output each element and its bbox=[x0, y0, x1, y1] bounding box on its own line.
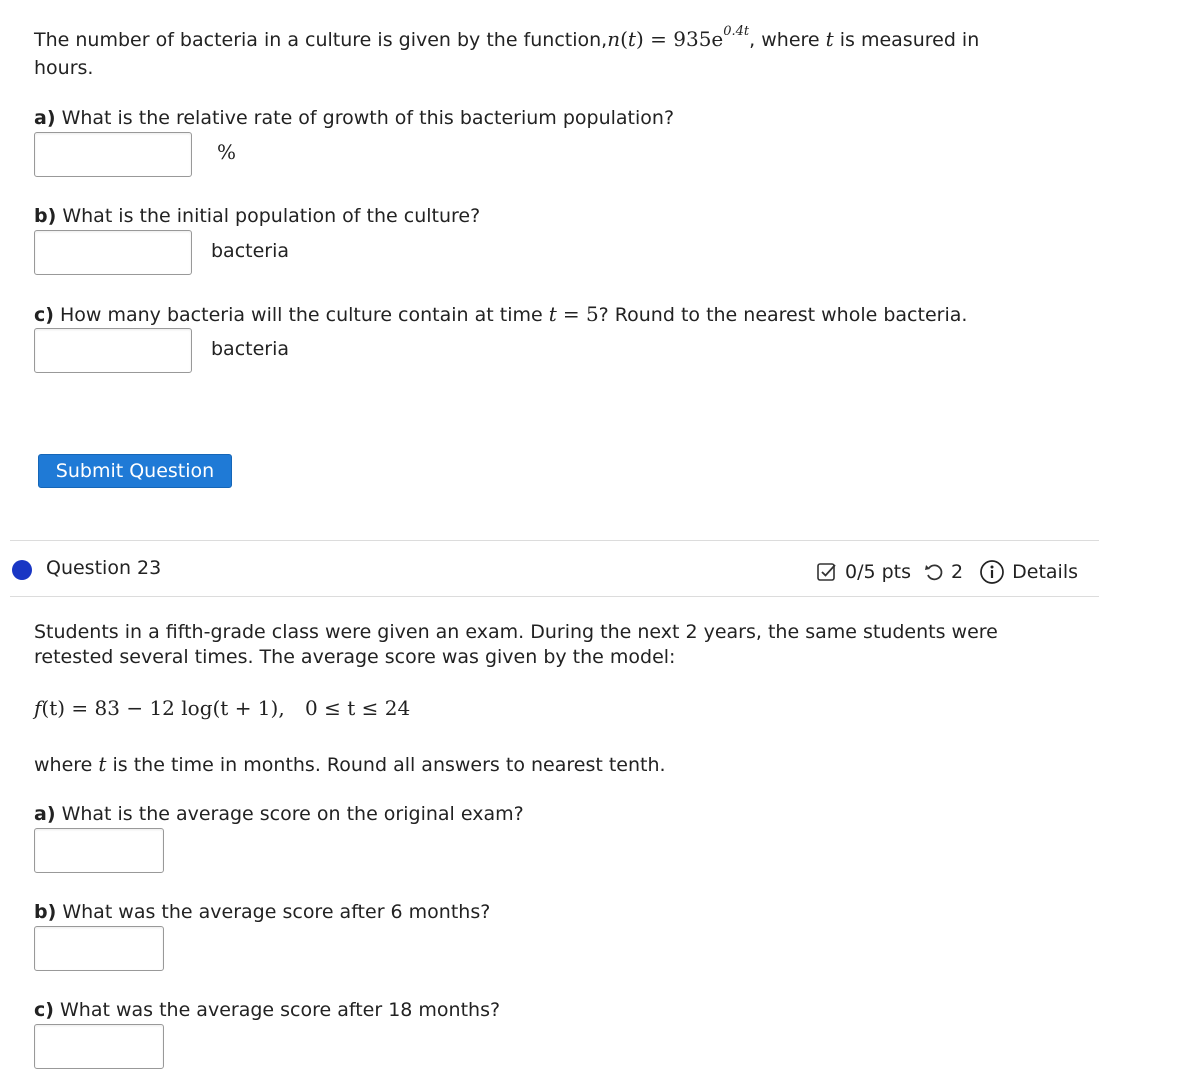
q23-where-line: where t is the time in months. Round all… bbox=[34, 750, 666, 779]
q23-body: Students in a fifth-grade class were giv… bbox=[34, 620, 998, 670]
q23-answer-b-input[interactable] bbox=[34, 926, 164, 971]
question-status-dot bbox=[12, 560, 32, 580]
details-link[interactable]: Details bbox=[1012, 558, 1078, 586]
where-text-2: is the time in months. Round all answers… bbox=[112, 754, 666, 776]
part-text: What is the average score on the origina… bbox=[61, 803, 524, 825]
formula-expression: (t) = 83 − 12 log(t + 1), bbox=[41, 696, 285, 720]
q23-part-b-prompt: b) What was the average score after 6 mo… bbox=[34, 898, 490, 926]
func-rhs: = 935e bbox=[650, 27, 724, 51]
divider bbox=[10, 540, 1099, 541]
points-text: 0/5 pts bbox=[845, 561, 912, 583]
q22-answer-b-unit: bacteria bbox=[211, 240, 290, 262]
part-label: a) bbox=[34, 803, 56, 825]
q23-body-line1: Students in a fifth-grade class were giv… bbox=[34, 621, 998, 643]
q22-intro-line1: The number of bacteria in a culture is g… bbox=[34, 24, 980, 57]
q22-part-b-prompt: b) What is the initial population of the… bbox=[34, 202, 480, 230]
q22-intro-measured: is measured in bbox=[839, 29, 980, 51]
q22-answer-c-unit: bacteria bbox=[211, 338, 290, 360]
q22-intro-line2: hours. bbox=[34, 57, 94, 79]
func-exponent: 0.4t bbox=[723, 24, 750, 39]
q22-answer-b-input[interactable] bbox=[34, 230, 192, 275]
where-var-t: t bbox=[98, 752, 107, 776]
q23-part-a-prompt: a) What is the average score on the orig… bbox=[34, 800, 524, 828]
divider bbox=[10, 596, 1099, 597]
part-text: What was the average score after 6 month… bbox=[62, 901, 491, 923]
retries-count: 2 bbox=[951, 561, 964, 583]
q22-answer-a-unit: % bbox=[217, 140, 237, 164]
q22-intro-where: , where bbox=[749, 29, 820, 51]
part-text: What is the relative rate of growth of t… bbox=[61, 107, 675, 129]
part-text: What is the initial population of the cu… bbox=[62, 205, 481, 227]
q22-intro-text: The number of bacteria in a culture is g… bbox=[34, 29, 608, 51]
c-var-t: t bbox=[548, 302, 557, 326]
part-label: a) bbox=[34, 107, 56, 129]
submit-question-button[interactable]: Submit Question bbox=[38, 454, 232, 488]
func-var: t bbox=[627, 27, 636, 51]
question-title: Question 23 bbox=[46, 557, 162, 579]
func-name: n bbox=[607, 27, 621, 51]
q23-body-line2: retested several times. The average scor… bbox=[34, 646, 676, 668]
q22-answer-a-input[interactable] bbox=[34, 132, 192, 177]
question-meta: 0/5 pts 2 Details bbox=[816, 558, 1078, 586]
q22-function: n(t) = 935e0.4t bbox=[607, 24, 750, 51]
q23-answer-c-input[interactable] bbox=[34, 1024, 164, 1069]
q22-part-c-prompt: c) How many bacteria will the culture co… bbox=[34, 300, 967, 329]
part-label: c) bbox=[34, 304, 54, 326]
q23-part-c-prompt: c) What was the average score after 18 m… bbox=[34, 996, 500, 1024]
part-text: How many bacteria will the culture conta… bbox=[60, 304, 543, 326]
part-text-2: ? Round to the nearest whole bacteria. bbox=[598, 304, 968, 326]
q23-answer-a-input[interactable] bbox=[34, 828, 164, 873]
part-label: b) bbox=[34, 205, 57, 227]
q23-formula: f(t) = 83 − 12 log(t + 1), 0 ≤ t ≤ 24 bbox=[34, 696, 410, 720]
formula-domain: 0 ≤ t ≤ 24 bbox=[305, 696, 411, 720]
c-eq: = 5 bbox=[562, 302, 599, 326]
q22-var-t: t bbox=[825, 27, 834, 51]
retry-icon bbox=[923, 561, 945, 583]
where-text: where bbox=[34, 754, 93, 776]
score-check-icon bbox=[816, 561, 838, 583]
part-label: c) bbox=[34, 999, 54, 1021]
info-icon[interactable] bbox=[979, 559, 1005, 585]
q22-answer-c-input[interactable] bbox=[34, 328, 192, 373]
q22-part-a-prompt: a) What is the relative rate of growth o… bbox=[34, 104, 674, 132]
part-text: What was the average score after 18 mont… bbox=[60, 999, 501, 1021]
part-label: b) bbox=[34, 901, 57, 923]
